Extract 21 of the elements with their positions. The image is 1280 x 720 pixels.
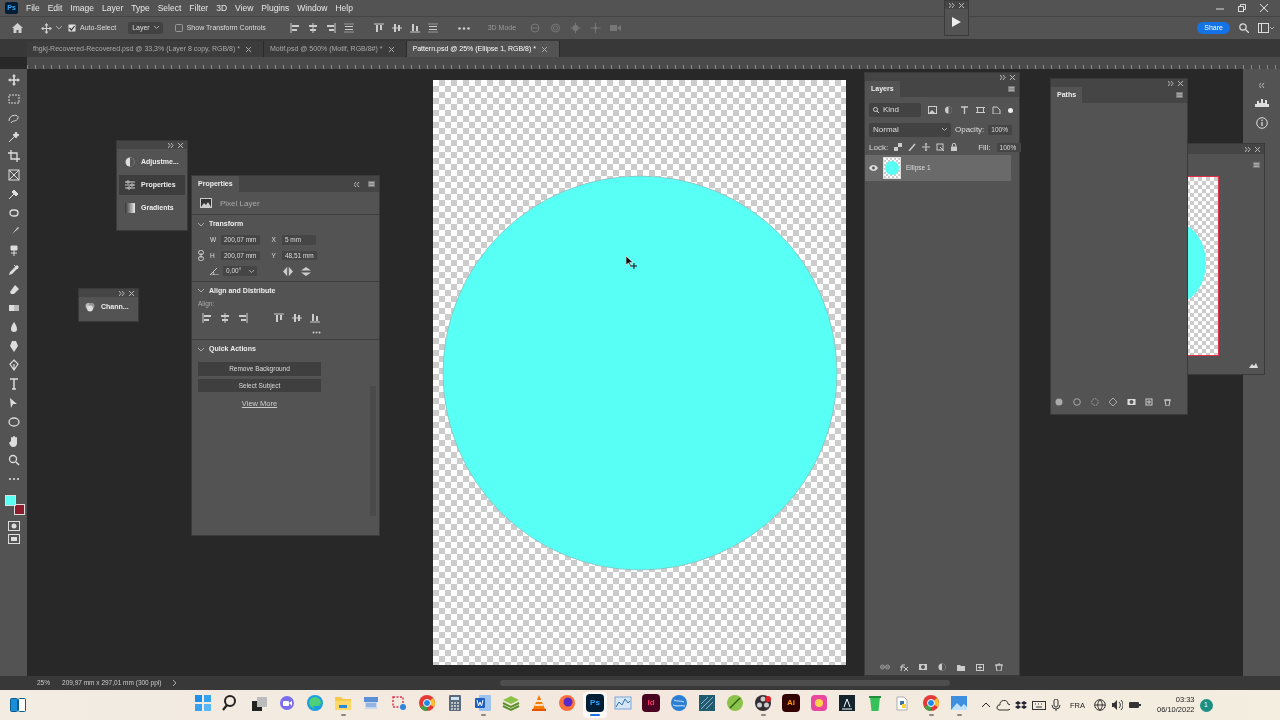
app-icon[interactable]: Ai [782,694,800,712]
menu-item[interactable]: View [235,2,254,14]
layer-type-label: Pixel Layer [220,198,260,209]
menu-item[interactable]: Layer [102,2,124,14]
menu-item[interactable]: 3D [216,2,228,14]
blend-mode-dropdown[interactable]: Normal [869,123,951,137]
filter-dropdown[interactable]: Kind [869,103,921,117]
menu-item[interactable]: Select [157,2,182,14]
menu-item[interactable]: Filter [189,2,209,14]
menu-item[interactable]: Plugins [261,2,290,14]
field-label: Lock: [869,142,889,153]
menu-item[interactable]: Window [297,2,328,14]
menu-item[interactable]: Help [335,2,353,14]
menu-item[interactable]: File [26,2,40,14]
menu-item[interactable]: Image [70,2,94,14]
field-label: Opacity: [955,125,985,135]
menu-item[interactable]: Type [131,2,150,14]
menu-item[interactable]: Edit [47,2,63,14]
app-icon[interactable]: Ps [586,694,604,712]
app-icon[interactable]: Id [642,694,660,712]
field-label: Fill: [978,142,991,153]
